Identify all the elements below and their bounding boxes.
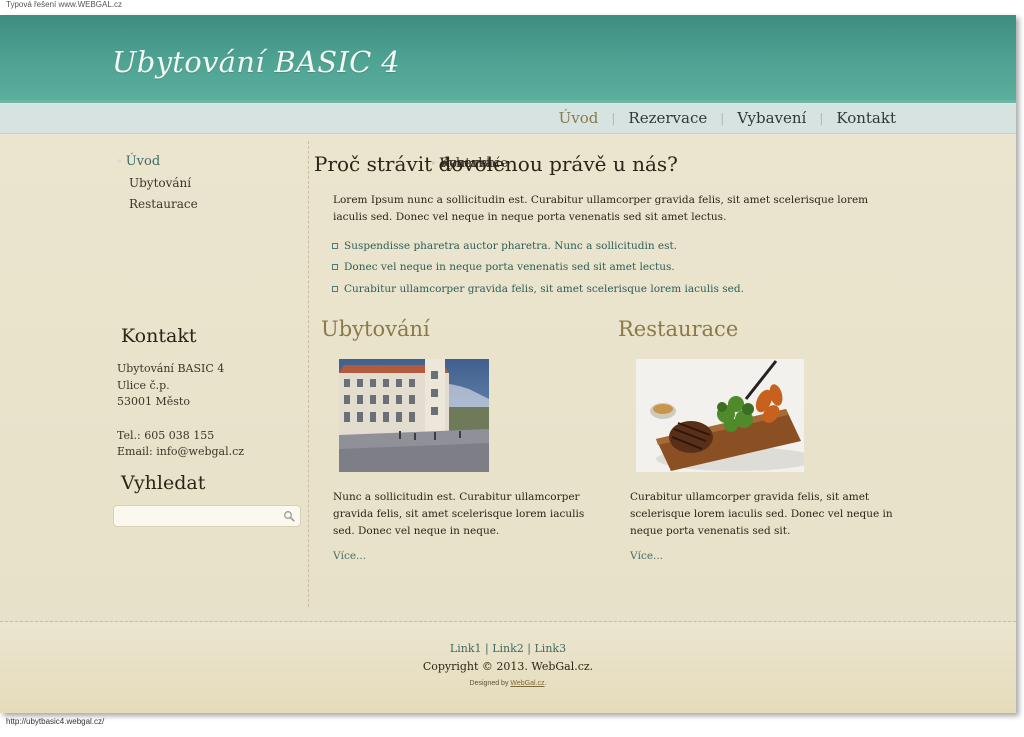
side-menu-item-uvod[interactable]: ◦ Úvod [117, 149, 198, 173]
nav-separator: | [611, 111, 616, 125]
castle-photo[interactable] [339, 359, 489, 472]
section-title: Ubytování [321, 317, 430, 341]
side-menu-label: Úvod [125, 153, 161, 169]
list-item: Suspendisse pharetra auctor pharetra. Nu… [332, 235, 744, 257]
copyright-text: Copyright © 2013. WebGal.cz. [422, 660, 594, 673]
contact-heading: Kontakt [121, 325, 197, 347]
contact-email: Email: info@webgal.cz [117, 445, 245, 458]
page-heading: Proč strávit dovolenou právě u nás? [314, 152, 678, 176]
ubytovani-section: Ubytování Nunc a sollicitudin est. Curab… [321, 317, 601, 562]
nav-separator: | [819, 111, 824, 125]
side-menu: ◦ Úvod Ubytování Restaurace ◦ Rezervace ◦ V… [117, 149, 508, 215]
contact-street: Ulice č.p. [117, 378, 170, 392]
top-nav: Úvod | Rezervace | Vybavení | Kontakt [559, 109, 896, 127]
square-bullet-icon [332, 264, 338, 271]
footer-links: Link1 | Link2 | Link3 [0, 642, 1016, 655]
feature-list: Suspendisse pharetra auctor pharetra. Nu… [332, 235, 744, 300]
footer-link-1[interactable]: Link1 [450, 642, 482, 655]
nav-item-vybaveni[interactable]: Vybavení [737, 109, 806, 127]
magnifier-icon[interactable] [283, 510, 295, 522]
nav-item-uvod[interactable]: Úvod [559, 109, 599, 127]
restaurace-section: Restaurace Curabitur ullamcorper gravida… [618, 317, 898, 562]
contact-name: Ubytování BASIC 4 [117, 362, 225, 375]
designed-by-link[interactable]: WebGal.cz [510, 680, 544, 687]
contact-city: 53001 Město [117, 395, 190, 408]
nav-item-rezervace[interactable]: Rezervace [628, 109, 707, 127]
content-area: ◦ Úvod Ubytování Restaurace ◦ Rezervace ◦ V… [0, 135, 1016, 621]
list-item-text: Suspendisse pharetra auctor pharetra. Nu… [344, 239, 678, 252]
designed-by-suffix: . [544, 680, 547, 687]
top-navbar: Úvod | Rezervace | Vybavení | Kontakt [0, 104, 1016, 134]
footer: Link1 | Link2 | Link3 Copyright © 2013. … [0, 621, 1016, 713]
section-text: Curabitur ullamcorper gravida felis, sit… [630, 491, 893, 537]
lead-paragraph: Lorem Ipsum nunc a sollicitudin est. Cur… [333, 194, 869, 223]
section-text: Nunc a sollicitudin est. Curabitur ullam… [333, 491, 585, 537]
list-item-text: Donec vel neque in neque porta venenatis… [344, 261, 675, 274]
top-note: Typová řešení www.WEBGAL.cz [6, 0, 123, 9]
designed-by: Designed by WebGal.cz. [0, 680, 1016, 687]
side-menu-item-ubytovani[interactable]: Ubytování [117, 173, 198, 194]
search-box[interactable] [113, 505, 301, 528]
steak-photo[interactable] [636, 359, 804, 472]
contact-phone: Tel.: 605 038 155 [117, 428, 215, 442]
designed-by-prefix: Designed by [469, 680, 511, 687]
site-title[interactable]: Ubytování BASIC 4 [112, 45, 400, 79]
page-frame: Ubytování BASIC 4 Úvod | Rezervace | Vyb… [0, 15, 1016, 713]
more-link[interactable]: Více... [333, 550, 366, 562]
square-bullet-icon [332, 285, 338, 292]
search-heading: Vyhledat [121, 472, 206, 494]
square-bullet-icon [332, 242, 338, 249]
footer-link-3[interactable]: Link3 [535, 642, 567, 655]
nav-separator: | [720, 111, 725, 125]
footer-separator: | [484, 642, 489, 655]
list-item: Donec vel neque in neque porta venenatis… [332, 257, 744, 279]
more-link[interactable]: Více... [630, 550, 663, 562]
bullet-icon: ◦ [117, 156, 122, 166]
status-bar-url: http://ubytbasic4.webgal.cz/ [6, 717, 105, 726]
footer-link-2[interactable]: Link2 [492, 642, 524, 655]
nav-item-kontakt[interactable]: Kontakt [836, 109, 896, 127]
contact-info: Ubytování BASIC 4 Ulice č.p. 53001 Město… [117, 361, 244, 461]
header: Ubytování BASIC 4 [0, 15, 1016, 103]
list-item-text: Curabitur ullamcorper gravida felis, sit… [344, 282, 744, 295]
list-item: Curabitur ullamcorper gravida felis, sit… [332, 278, 744, 300]
side-menu-item-restaurace[interactable]: Restaurace [117, 194, 198, 215]
section-title: Restaurace [618, 317, 739, 341]
search-input[interactable] [120, 508, 280, 528]
column-divider [308, 141, 309, 607]
footer-separator: | [527, 642, 531, 655]
